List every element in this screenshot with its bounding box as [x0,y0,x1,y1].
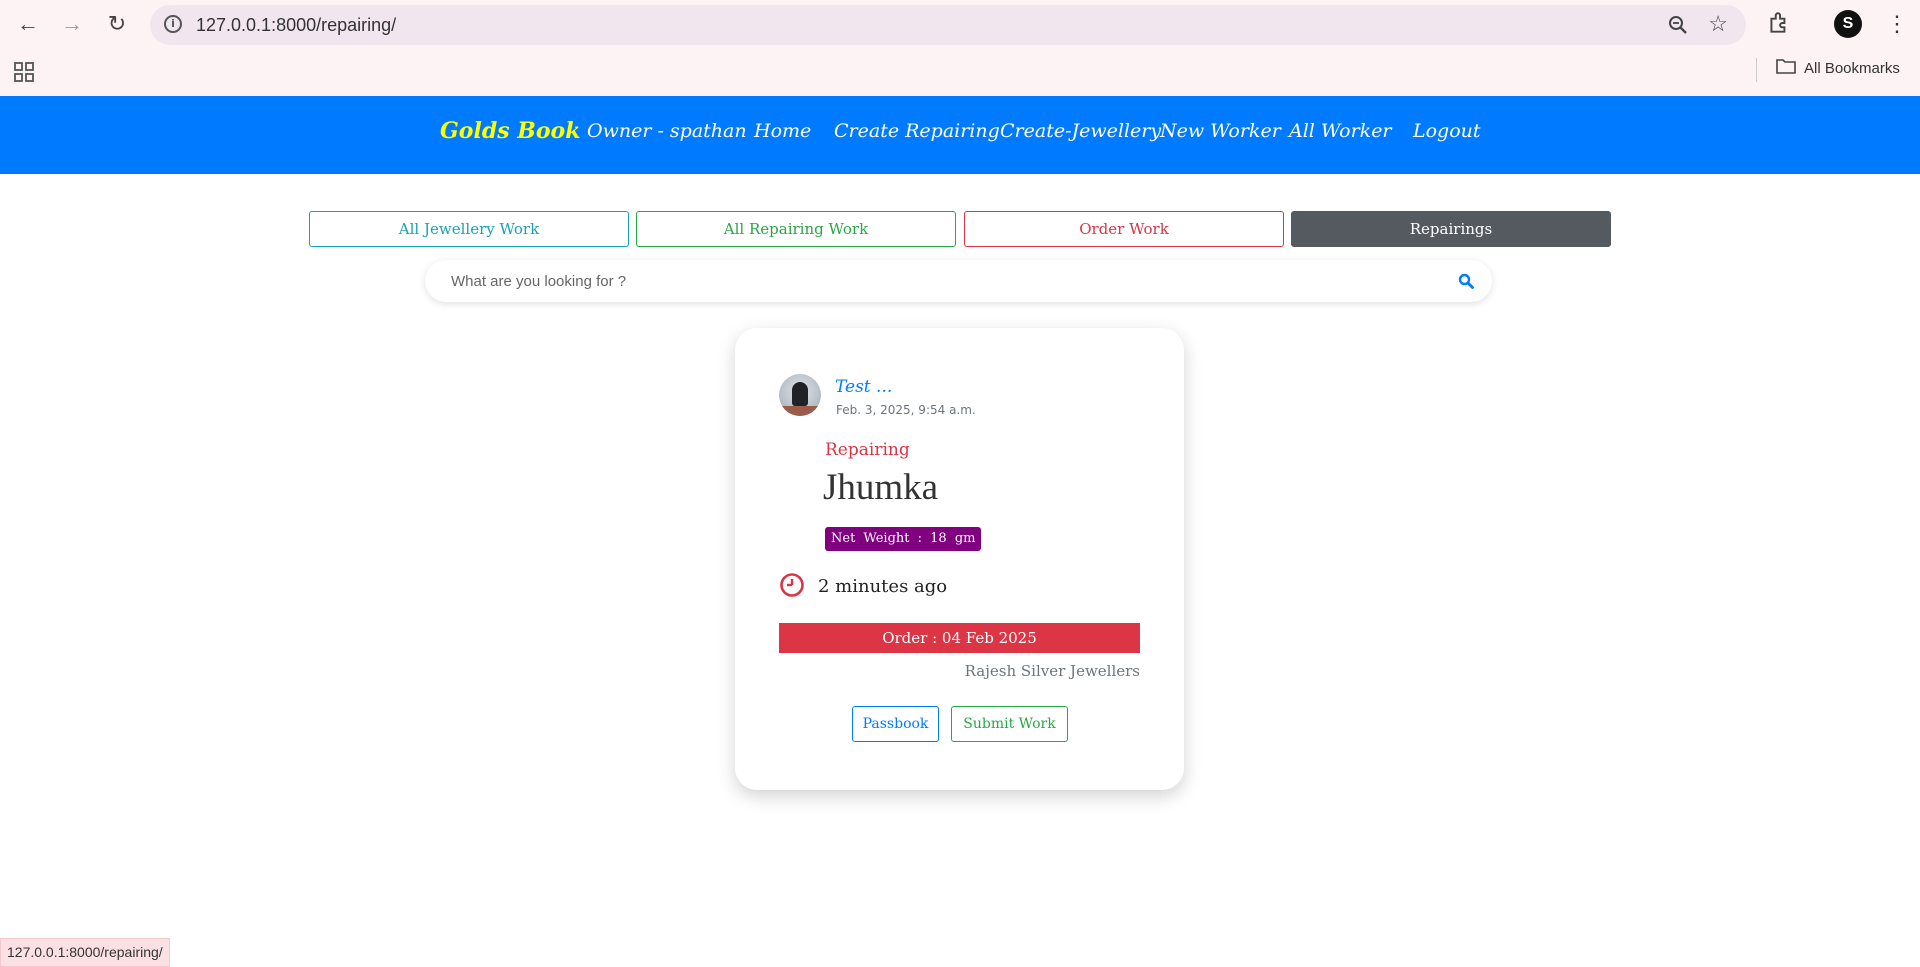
submit-work-button[interactable]: Submit Work [951,706,1068,742]
status-url-tooltip: 127.0.0.1:8000/repairing/ [0,938,170,967]
tab-all-repairing-work[interactable]: All Repairing Work [636,211,956,247]
all-bookmarks-button[interactable]: All Bookmarks [1776,58,1900,78]
nav-create-jewellery[interactable]: Create-Jewellery [1000,120,1161,142]
tab-order-work[interactable]: Order Work [964,211,1284,247]
passbook-button[interactable]: Passbook [852,706,939,742]
repair-card: Test ... Feb. 3, 2025, 9:54 a.m. Repairi… [735,328,1184,790]
search-input[interactable] [451,270,1411,292]
apps-grid-icon[interactable] [14,62,34,87]
nav-owner[interactable]: Owner - spathan [587,120,747,142]
forward-icon[interactable]: → [54,10,90,38]
search-bar [425,260,1492,302]
browser-chrome: ← → ↻ i 127.0.0.1:8000/repairing/ ☆ S ⋮ … [0,0,1920,96]
site-navbar: Golds Book Owner - spathan Home Create R… [0,96,1920,174]
address-url[interactable]: 127.0.0.1:8000/repairing/ [196,15,396,36]
all-bookmarks-label: All Bookmarks [1804,59,1900,77]
address-bar[interactable]: i 127.0.0.1:8000/repairing/ ☆ [150,5,1746,45]
brand-logo[interactable]: Golds Book [440,118,580,144]
shop-name: Rajesh Silver Jewellers [964,662,1140,680]
nav-all-worker[interactable]: All Worker [1289,120,1392,142]
extensions-icon[interactable] [1766,10,1792,41]
nav-logout[interactable]: Logout [1413,120,1481,142]
card-username[interactable]: Test ... [835,377,892,397]
reload-icon[interactable]: ↻ [99,10,135,38]
work-type-label: Repairing [825,440,910,460]
more-menu-icon[interactable]: ⋮ [1886,10,1908,38]
tab-repairings[interactable]: Repairings [1291,211,1611,247]
bookmarks-separator [1756,58,1757,82]
folder-icon [1776,58,1796,78]
nav-new-worker[interactable]: New Worker [1160,120,1281,142]
search-icon[interactable] [1458,273,1474,294]
clock-icon [779,572,805,603]
card-date: Feb. 3, 2025, 9:54 a.m. [836,403,976,417]
bookmark-star-icon[interactable]: ☆ [1708,11,1728,37]
time-ago: 2 minutes ago [818,576,948,597]
tab-all-jewellery-work[interactable]: All Jewellery Work [309,211,629,247]
item-name: Jhumka [823,467,939,508]
order-date-bar: Order : 04 Feb 2025 [779,623,1140,653]
profile-avatar[interactable]: S [1834,10,1862,38]
net-weight-badge: Net Weight : 18 gm [825,527,982,551]
zoom-icon[interactable] [1666,13,1690,42]
nav-create-repairing[interactable]: Create Repairing [834,120,1000,142]
back-icon[interactable]: ← [10,10,46,38]
nav-home[interactable]: Home [754,120,811,142]
site-info-icon[interactable]: i [164,15,182,33]
avatar [779,374,821,416]
